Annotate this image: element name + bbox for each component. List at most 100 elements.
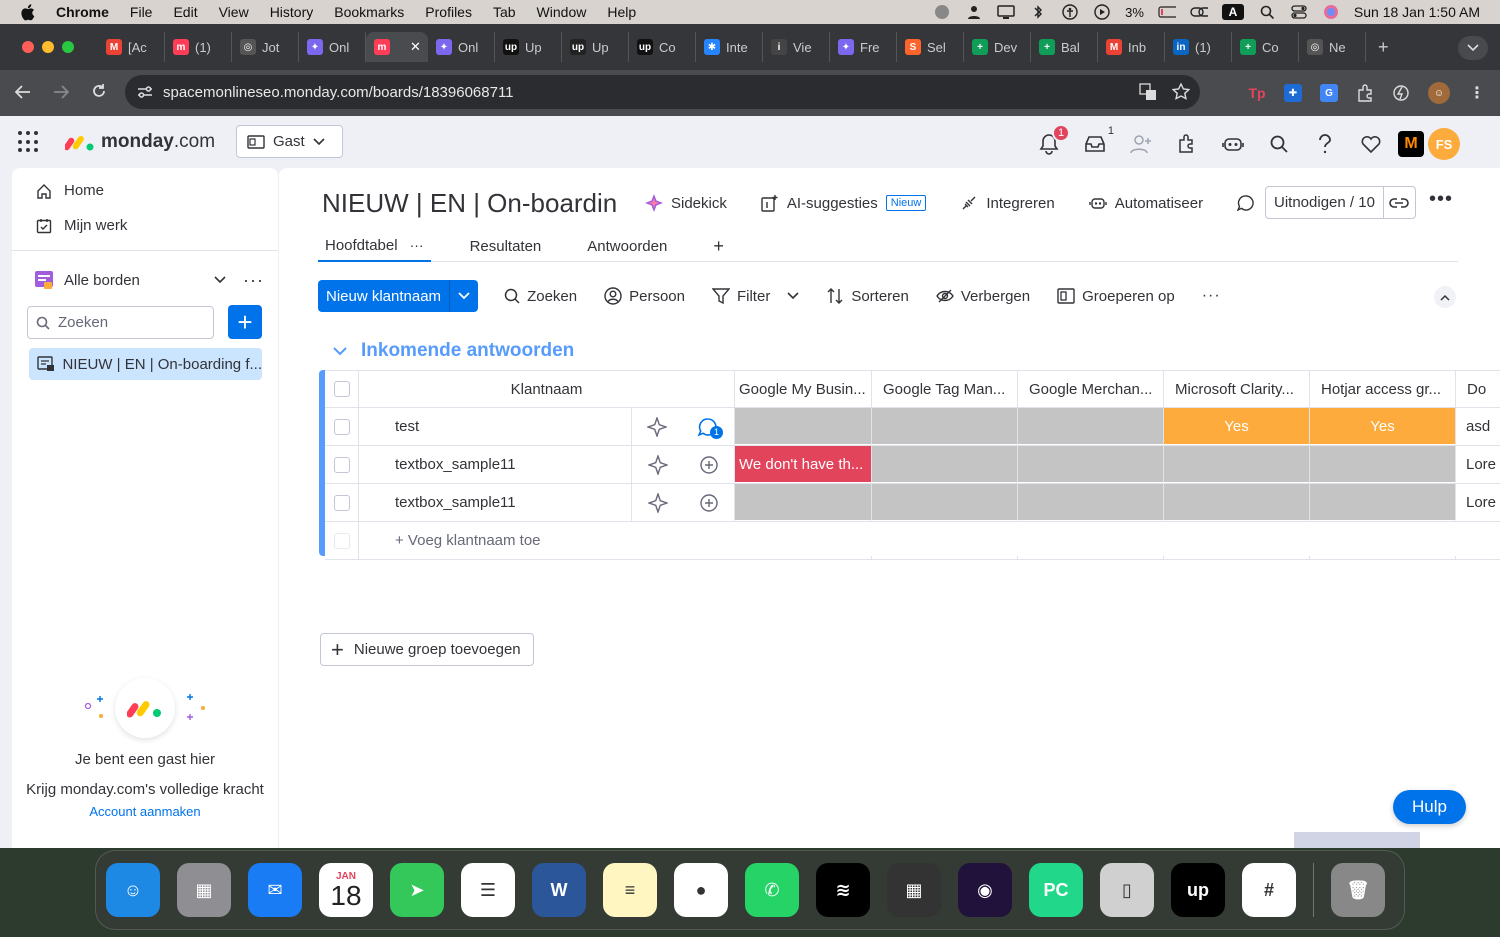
performance-icon[interactable] [1392,84,1410,102]
browser-tab[interactable]: M [Ac [98,32,165,62]
dock-app-reminders[interactable]: ☰ [461,863,515,917]
boards-more-icon[interactable]: ··· [243,270,264,291]
status-cell[interactable] [1310,446,1456,483]
add-board-button[interactable]: + [228,305,262,339]
sidekick-button[interactable]: Sidekick [645,194,727,212]
sidekick-sparkle-icon[interactable] [647,492,668,513]
menu-app-name[interactable]: Chrome [56,4,109,20]
column-header[interactable]: Do [1456,371,1500,407]
browser-tab[interactable]: ✦ Onl [299,32,366,62]
user-icon[interactable] [965,5,983,19]
profile-avatar-icon[interactable]: ☺ [1428,82,1450,104]
sidebar-search-input[interactable]: Zoeken [27,306,214,339]
row-checkbox[interactable] [325,446,359,483]
menu-help[interactable]: Help [607,4,636,20]
play-icon[interactable] [1093,4,1111,20]
new-tab-button[interactable]: + [1378,37,1389,58]
ai-assistant-button[interactable] [1220,131,1246,157]
status-cell[interactable] [1164,446,1310,483]
status-summary-cell[interactable] [1310,556,1456,560]
browser-tab[interactable]: ✦ Onl [428,32,495,62]
minimize-window-button[interactable] [42,41,54,53]
browser-tab[interactable]: ✦ Fre [830,32,897,62]
automate-button[interactable]: Automatiseer [1089,194,1203,212]
chevron-down-icon[interactable] [214,276,226,284]
item-name[interactable]: textbox_sample11 [359,446,632,483]
help-button[interactable] [1312,131,1338,157]
apps-marketplace-button[interactable] [1174,131,1200,157]
chevron-down-icon[interactable] [333,346,347,356]
menu-file[interactable]: File [130,4,153,20]
add-update-icon[interactable] [699,455,719,475]
comments-button[interactable] [1237,194,1255,212]
status-cell[interactable] [1018,446,1164,483]
reload-button[interactable] [89,83,109,104]
page-title[interactable]: NIEUW | EN | On-boardin [322,188,617,219]
dock-app-launchpad[interactable]: ▦ [177,863,231,917]
url-text[interactable]: spacemonlineseo.monday.com/boards/183960… [163,84,514,101]
dock-app-notes[interactable]: ≡ [603,863,657,917]
column-header[interactable]: Google My Busin... [735,371,872,407]
invite-button[interactable]: Uitnodigen / 10 [1265,186,1416,219]
row-checkbox[interactable] [325,408,359,445]
tab-more-icon[interactable]: ··· [410,237,424,253]
zoom-window-button[interactable] [62,41,74,53]
status-cell[interactable] [1018,408,1164,445]
browser-tab[interactable]: up Up [562,32,629,62]
app-switcher-icon[interactable] [18,131,40,153]
menu-history[interactable]: History [270,4,314,20]
dock-app-calculator[interactable]: ▦ [887,863,941,917]
browser-tab[interactable]: ✱ Inte [696,32,763,62]
siri-icon[interactable] [1322,5,1340,19]
status-cell[interactable]: Yes [1164,408,1310,445]
status-summary-cell[interactable] [735,556,872,560]
sidebar-item-my-work[interactable]: Mijn werk [36,217,127,234]
horizontal-scrollbar[interactable] [1294,832,1420,848]
help-button[interactable]: Hulp [1393,790,1466,824]
bluetooth-icon[interactable] [1029,5,1047,19]
browser-tab[interactable]: m ✕ [366,32,428,62]
hide-button[interactable]: Verbergen [936,287,1030,305]
bookmark-star-icon[interactable] [1172,83,1190,101]
column-header-klantnaam[interactable]: Klantnaam [359,371,735,407]
translate-icon[interactable] [1139,83,1157,101]
search-button[interactable]: Zoeken [504,288,577,305]
status-cell[interactable] [1018,484,1164,521]
search-button[interactable] [1266,131,1292,157]
browser-tab[interactable]: M Inb [1098,32,1165,62]
dock-app-firefox[interactable]: ◉ [958,863,1012,917]
row-checkbox[interactable] [325,484,359,521]
browser-tab[interactable]: + Dev [964,32,1031,62]
site-settings-icon[interactable] [137,85,153,99]
status-cell[interactable] [872,446,1018,483]
extension-blue-icon[interactable]: ✚ [1284,84,1302,102]
group-by-button[interactable]: Groeperen op [1057,287,1175,305]
extensions-puzzle-icon[interactable] [1356,84,1374,102]
apple-icon[interactable] [20,3,38,21]
menu-profiles[interactable]: Profiles [425,4,472,20]
tab-resultaten[interactable]: Resultaten [463,230,549,262]
sidebar-item-home[interactable]: Home [36,182,104,199]
sidekick-sparkle-icon[interactable] [647,454,668,475]
dock-app-maps[interactable]: ➤ [390,863,444,917]
text-cell[interactable]: Lore [1456,446,1500,483]
status-summary-cell[interactable] [1018,556,1164,560]
dock-app-word[interactable]: W [532,863,586,917]
control-center-icon[interactable] [1290,5,1308,19]
table-row[interactable]: textbox_sample11 We don't have th... Lore [325,446,1500,484]
text-cell[interactable]: asd [1456,408,1500,445]
input-source-icon[interactable]: A [1221,4,1244,20]
text-cell[interactable]: Lore [1456,484,1500,521]
table-row[interactable]: textbox_sample11 Lore [325,484,1500,522]
status-cell[interactable] [735,484,872,521]
tab-search-button[interactable] [1458,36,1488,60]
browser-tab[interactable]: S Sel [897,32,964,62]
chevron-down-icon[interactable] [787,292,799,300]
create-account-link[interactable]: Account aanmaken [12,804,278,819]
ai-suggestions-button[interactable]: AI-suggesties Nieuw [761,194,927,212]
browser-tab[interactable]: up Up [495,32,562,62]
dock-app-upwork[interactable]: up [1171,863,1225,917]
dock-app-slack[interactable]: # [1242,863,1296,917]
column-header[interactable]: Hotjar access gr... [1310,371,1456,407]
status-cell[interactable] [1310,484,1456,521]
